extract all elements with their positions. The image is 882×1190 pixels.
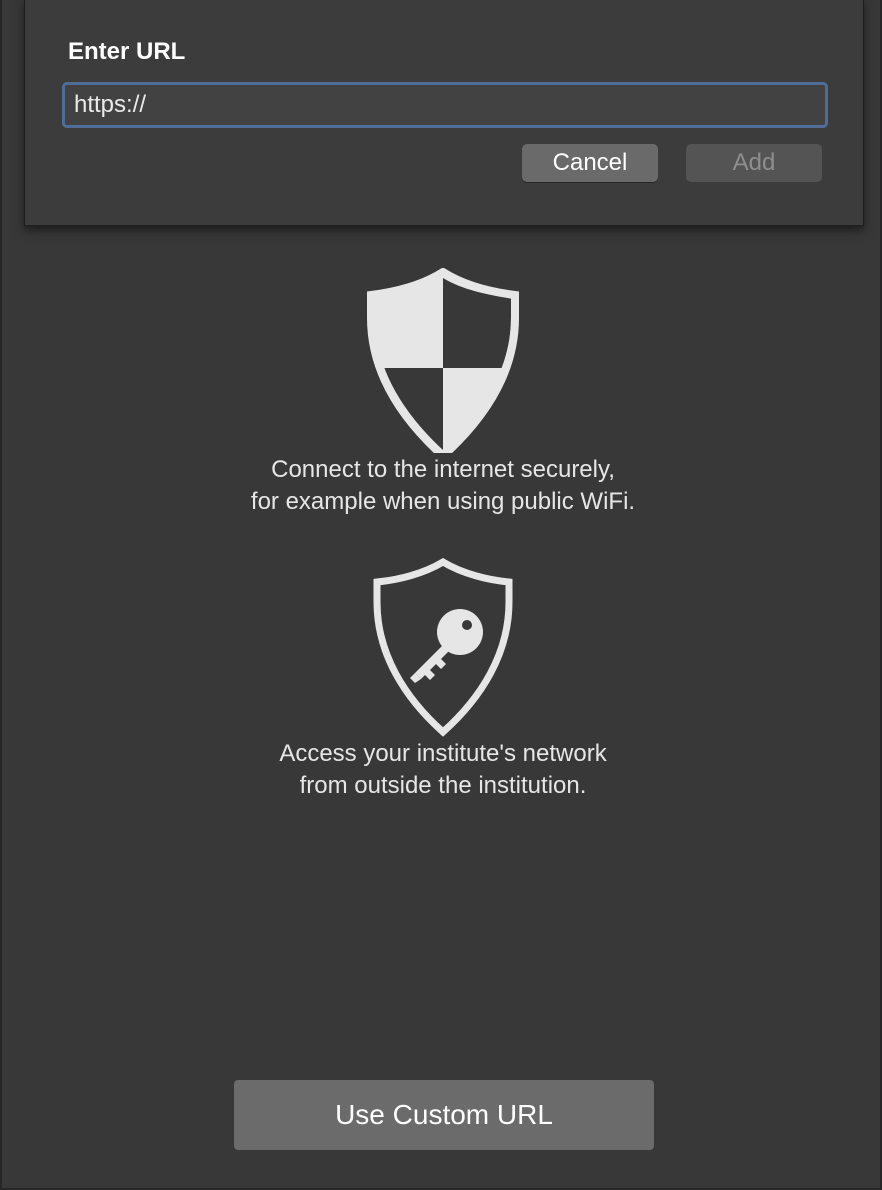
- feature-secure-line1: Connect to the internet securely,: [271, 456, 615, 483]
- cancel-button[interactable]: Cancel: [522, 144, 658, 182]
- shield-secure-icon: [363, 268, 523, 453]
- shield-key-icon: [363, 552, 523, 737]
- app-window: Enter URL Cancel Add Connect to the inte…: [0, 0, 882, 1190]
- sheet-title: Enter URL: [68, 38, 186, 65]
- use-custom-url-button[interactable]: Use Custom URL: [234, 1080, 654, 1150]
- feature-institute-line2: from outside the institution.: [299, 772, 587, 799]
- enter-url-sheet: Enter URL Cancel Add: [24, 0, 864, 226]
- url-input[interactable]: [62, 82, 828, 128]
- feature-secure-line2: for example when using public WiFi.: [250, 488, 636, 515]
- feature-institute-line1: Access your institute's network: [279, 740, 607, 767]
- feature-institute-text: Access your institute's network from out…: [2, 738, 882, 802]
- add-button[interactable]: Add: [686, 144, 822, 182]
- feature-secure-text: Connect to the internet securely, for ex…: [2, 454, 882, 518]
